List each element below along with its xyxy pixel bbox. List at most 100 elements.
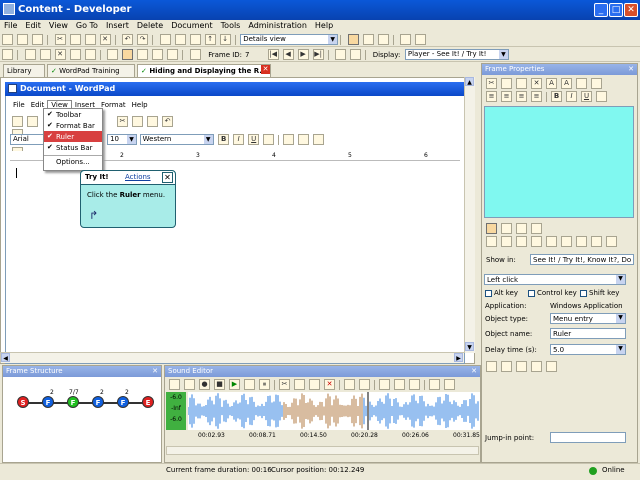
event-icon[interactable] xyxy=(486,361,497,372)
frame-node[interactable]: F xyxy=(92,396,104,408)
open-icon[interactable] xyxy=(17,34,28,45)
tab-hiding-displaying[interactable]: ✓ Hiding and Displaying the R... xyxy=(137,64,271,78)
menu-tools[interactable]: Tools xyxy=(217,20,245,31)
cut-icon[interactable]: ✂ xyxy=(279,379,290,390)
fade-in-icon[interactable] xyxy=(379,379,390,390)
sound-tab-icon[interactable] xyxy=(531,223,542,234)
editor-hscroll[interactable]: ◀ ▶ xyxy=(0,352,464,363)
minimize-button[interactable]: _ xyxy=(594,3,608,17)
layout-icon[interactable] xyxy=(347,34,359,45)
menu-file[interactable]: File xyxy=(0,20,21,31)
rect-icon[interactable] xyxy=(501,361,512,372)
copy-format-icon[interactable] xyxy=(159,34,171,45)
tryit-actions-link[interactable]: Actions xyxy=(125,173,151,181)
down-icon[interactable]: ↓ xyxy=(219,34,231,45)
view-menu-item-status-bar[interactable]: ✔ Status Bar xyxy=(44,142,102,153)
color-icon[interactable] xyxy=(596,91,607,102)
close-tab-icon[interactable]: ✕ xyxy=(261,65,270,74)
paste-icon[interactable] xyxy=(516,78,527,89)
tab-wordpad-training[interactable]: ✓ WordPad Training xyxy=(47,64,135,77)
zoom-icon[interactable] xyxy=(429,379,440,390)
view-icon[interactable] xyxy=(444,379,455,390)
paste-icon[interactable] xyxy=(84,34,96,45)
menu-view[interactable]: View xyxy=(45,20,72,31)
export-sound-icon[interactable] xyxy=(184,379,195,390)
close-button[interactable]: ✕ xyxy=(624,3,638,17)
silence-icon[interactable] xyxy=(359,379,370,390)
insert-branch-icon[interactable] xyxy=(39,49,51,60)
undo-icon[interactable]: ↶ xyxy=(122,34,134,45)
frame-node[interactable]: F xyxy=(42,396,54,408)
menu-go-to[interactable]: Go To xyxy=(72,20,102,31)
scroll-down-icon[interactable]: ▼ xyxy=(465,342,474,351)
menu-delete[interactable]: Delete xyxy=(133,20,167,31)
view-menu-item-toolbar[interactable]: ✔ Toolbar xyxy=(44,109,102,120)
prop-g-icon[interactable] xyxy=(576,236,587,247)
tool-alt-icon[interactable] xyxy=(167,49,179,60)
underline-icon[interactable]: U xyxy=(581,91,592,102)
play-icon[interactable]: ▶ xyxy=(229,379,240,390)
paste-icon[interactable] xyxy=(309,379,320,390)
insert-frame-icon[interactable] xyxy=(24,49,36,60)
fade-out-icon[interactable] xyxy=(394,379,405,390)
prop-b-icon[interactable] xyxy=(501,236,512,247)
editor-vscroll[interactable]: ▲ ▼ xyxy=(464,77,475,353)
align-center-icon[interactable]: ≡ xyxy=(501,91,512,102)
redo-icon[interactable]: ↷ xyxy=(137,34,149,45)
copy-icon[interactable] xyxy=(294,379,305,390)
show-in-field[interactable]: See It! / Try It!, Know It?, Do It! xyxy=(530,254,634,265)
trim-icon[interactable] xyxy=(344,379,355,390)
control-key-option[interactable]: Control key xyxy=(528,289,577,297)
view-menu-item-format-bar[interactable]: ✔ Format Bar xyxy=(44,120,102,131)
crop-icon[interactable] xyxy=(409,379,420,390)
recorder-icon[interactable] xyxy=(2,49,13,60)
sound-hscroll[interactable] xyxy=(166,446,479,455)
alt-key-checkbox[interactable] xyxy=(485,289,492,297)
last-frame-icon[interactable]: ▶| xyxy=(312,49,324,60)
image-icon[interactable] xyxy=(576,78,587,89)
copy-icon[interactable] xyxy=(69,34,81,45)
frame-tab-icon[interactable] xyxy=(486,223,497,234)
align-right-icon[interactable]: ≡ xyxy=(516,91,527,102)
bold-icon[interactable]: B xyxy=(551,91,562,102)
frame-list-icon[interactable] xyxy=(69,49,81,60)
view-menu-item-ruler[interactable]: ✔ Ruler xyxy=(44,131,102,142)
sound-icon[interactable] xyxy=(531,361,542,372)
jump-icon[interactable] xyxy=(335,49,347,60)
waveform[interactable] xyxy=(187,392,480,430)
action-tab-icon[interactable] xyxy=(516,223,527,234)
frame-node[interactable]: S xyxy=(17,396,29,408)
prop-d-icon[interactable] xyxy=(531,236,542,247)
stop-icon[interactable]: ■ xyxy=(214,379,225,390)
next-frame-icon[interactable]: ▶ xyxy=(297,49,309,60)
edit-icon[interactable] xyxy=(107,49,119,60)
cut-icon[interactable]: ✂ xyxy=(486,78,497,89)
control-key-checkbox[interactable] xyxy=(528,289,535,297)
preview-icon[interactable] xyxy=(137,49,149,60)
save-icon[interactable] xyxy=(32,34,43,45)
jump-alt-icon[interactable] xyxy=(350,49,362,60)
object-name-field[interactable]: Ruler xyxy=(550,328,626,339)
window-icon[interactable] xyxy=(415,34,427,45)
prev-frame-icon[interactable]: ◀ xyxy=(282,49,294,60)
scroll-up-icon[interactable]: ▲ xyxy=(465,77,474,86)
menu-administration[interactable]: Administration xyxy=(244,20,311,31)
font-size-icon[interactable]: A xyxy=(561,78,572,89)
pause-icon[interactable]: ⏸ xyxy=(259,379,270,390)
loop-icon[interactable] xyxy=(244,379,255,390)
tryit-close-button[interactable]: ✕ xyxy=(162,172,173,183)
key-icon[interactable] xyxy=(546,361,557,372)
first-frame-icon[interactable]: |◀ xyxy=(267,49,279,60)
bubble-text-editor[interactable] xyxy=(484,106,634,218)
prop-i-icon[interactable] xyxy=(606,236,617,247)
cut-icon[interactable]: ✂ xyxy=(54,34,66,45)
menu-edit[interactable]: Edit xyxy=(21,20,45,31)
justify-icon[interactable]: ≡ xyxy=(531,91,542,102)
prop-f-icon[interactable] xyxy=(561,236,572,247)
shift-key-option[interactable]: Shift key xyxy=(580,289,619,297)
paste-format-icon[interactable] xyxy=(174,34,186,45)
italic-icon[interactable]: I xyxy=(566,91,577,102)
shift-key-checkbox[interactable] xyxy=(580,289,587,297)
view-menu-item-options[interactable]: Options... xyxy=(44,155,102,166)
scroll-right-icon[interactable]: ▶ xyxy=(454,353,463,362)
